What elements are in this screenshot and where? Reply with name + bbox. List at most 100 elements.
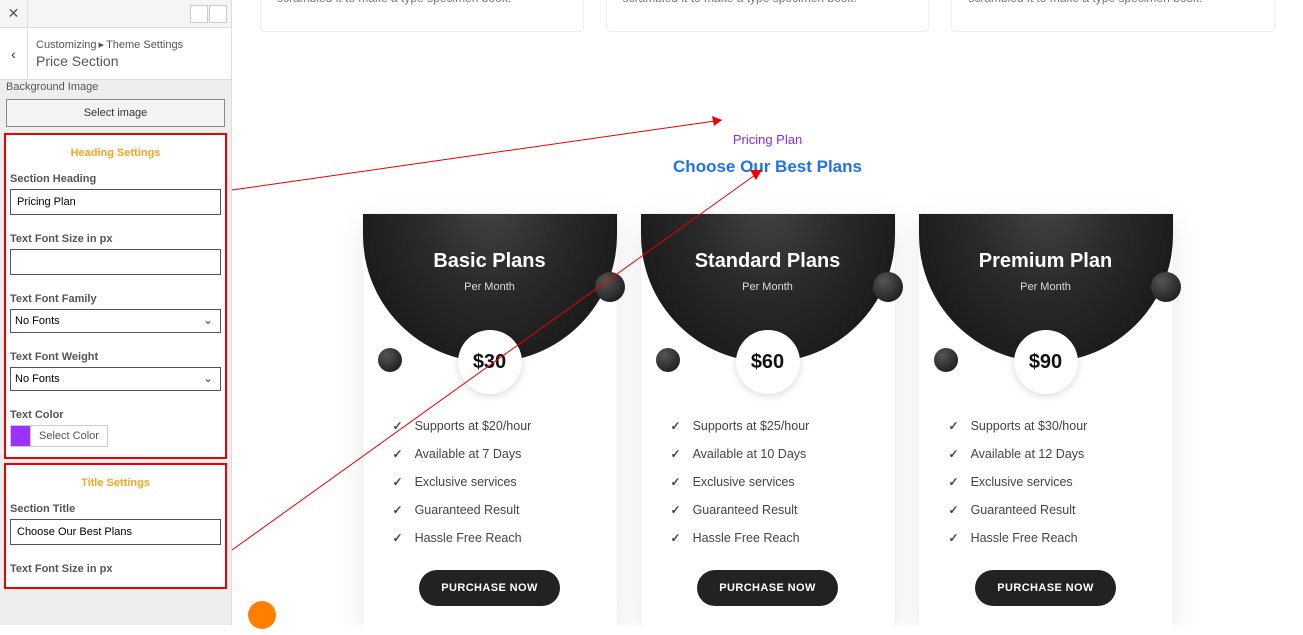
check-icon: ✓	[393, 531, 403, 545]
publish-split-2[interactable]	[209, 5, 227, 23]
feature-text: Hassle Free Reach	[693, 531, 800, 545]
price-circle: $90	[1014, 330, 1078, 394]
top-card: scrambled it to make a type specimen boo…	[260, 0, 584, 32]
sidebar-body: Background Image Select image Heading Se…	[0, 80, 231, 635]
publish-split-1[interactable]	[190, 5, 208, 23]
section-title-label: Section Title	[10, 503, 221, 515]
decor-ball	[595, 272, 625, 302]
font-weight-label: Text Font Weight	[10, 351, 221, 363]
close-icon[interactable]: ✕	[0, 0, 28, 28]
price-card-sub: Per Month	[641, 281, 895, 293]
sidebar-topbar: ✕	[0, 0, 231, 28]
pricing-section: Pricing Plan Choose Our Best Plans Basic…	[232, 32, 1303, 625]
purchase-button[interactable]: PURCHASE NOW	[419, 570, 559, 606]
feature-text: Available at 7 Days	[415, 447, 522, 461]
price-circle: $30	[458, 330, 522, 394]
feature-text: Supports at $20/hour	[415, 419, 532, 433]
section-heading-label: Section Heading	[10, 173, 221, 185]
crumb-b: Theme Settings	[106, 39, 183, 51]
top-card: scrambled it to make a type specimen boo…	[951, 0, 1275, 32]
color-picker[interactable]: Select Color	[10, 425, 108, 447]
group-title-settings: Title Settings Section Title Text Font S…	[4, 463, 227, 589]
feature-text: Hassle Free Reach	[971, 531, 1078, 545]
font-family-label: Text Font Family	[10, 293, 221, 305]
purchase-button[interactable]: PURCHASE NOW	[975, 570, 1115, 606]
price-feature-item: ✓Guaranteed Result	[393, 496, 587, 524]
top-cards-row: scrambled it to make a type specimen boo…	[232, 0, 1303, 32]
check-icon: ✓	[949, 419, 959, 433]
feature-text: Guaranteed Result	[415, 503, 520, 517]
price-card-title: Standard Plans	[641, 250, 895, 273]
price-feature-item: ✓Guaranteed Result	[671, 496, 865, 524]
section-heading-input[interactable]	[10, 189, 221, 215]
crumb-a: Customizing	[36, 39, 97, 51]
group-heading-title: Heading Settings	[10, 147, 221, 159]
pricing-tag: Pricing Plan	[292, 132, 1243, 147]
top-card-text: scrambled it to make a type specimen boo…	[277, 0, 567, 7]
feature-text: Available at 10 Days	[693, 447, 807, 461]
decor-ball	[656, 348, 680, 372]
price-feature-item: ✓ Exclusive services	[949, 468, 1143, 496]
color-picker-label: Select Color	[31, 430, 107, 442]
top-card: scrambled it to make a type specimen boo…	[606, 0, 930, 32]
check-icon: ✓	[949, 503, 959, 517]
check-icon: ✓	[949, 447, 959, 461]
sidebar-publish-controls	[190, 5, 231, 23]
check-icon: ✓	[393, 419, 403, 433]
font-size-label: Text Font Size in px	[10, 233, 221, 245]
feature-text: Supports at $25/hour	[693, 419, 810, 433]
price-feature-item: ✓ Supports at $25/hour	[671, 412, 865, 440]
feature-text: Available at 12 Days	[971, 447, 1085, 461]
price-feature-item: ✓ Guaranteed Result	[949, 496, 1143, 524]
price-feature-list: ✓Supports at $25/hour✓Available at 10 Da…	[641, 412, 895, 552]
color-swatch	[11, 426, 31, 446]
price-card-sub: Per Month	[363, 281, 617, 293]
price-feature-item: ✓ Supports at $20/hour	[393, 412, 587, 440]
feature-text: Exclusive services	[415, 475, 517, 489]
pricing-title: Choose Our Best Plans	[292, 157, 1243, 177]
font-family-select[interactable]: No Fonts	[10, 309, 221, 333]
font-size-input[interactable]	[10, 249, 221, 275]
price-card: Standard Plans Per Month $60 ✓ Supports at $…	[640, 213, 896, 625]
price-feature-item: ✓Available at 10 Days	[671, 440, 865, 468]
purchase-button[interactable]: PURCHASE NOW	[697, 570, 837, 606]
customizer-sidebar: ✕ ‹ Customizing▸Theme Settings Price Sec…	[0, 0, 232, 625]
check-icon: ✓	[671, 531, 681, 545]
crumb-title: Price Section	[36, 53, 219, 69]
feature-text: Hassle Free Reach	[415, 531, 522, 545]
price-feature-item: ✓ Hassle Free Reach	[671, 524, 865, 552]
price-card-sub: Per Month	[919, 281, 1173, 293]
title-font-size-label: Text Font Size in px	[10, 563, 221, 575]
price-card-head: Premium PlanPer Month$90	[919, 214, 1173, 362]
price-card-title: Premium Plan	[919, 250, 1173, 273]
check-icon: ✓	[949, 531, 959, 545]
decor-ball	[873, 272, 903, 302]
decor-ball	[378, 348, 402, 372]
price-feature-item: ✓ Available at 12 Days	[949, 440, 1143, 468]
check-icon: ✓	[949, 475, 959, 489]
section-title-input[interactable]	[10, 519, 221, 545]
bg-image-label: Background Image	[2, 80, 229, 97]
font-weight-select[interactable]: No Fonts	[10, 367, 221, 391]
check-icon: ✓	[671, 475, 681, 489]
back-icon[interactable]: ‹	[0, 28, 28, 79]
group-heading-settings: Heading Settings Section Heading Text Fo…	[4, 133, 227, 459]
feature-text: Guaranteed Result	[693, 503, 798, 517]
select-image-button[interactable]: Select image	[6, 99, 225, 127]
text-color-label: Text Color	[10, 409, 221, 421]
price-feature-item: ✓Available at 7 Days	[393, 440, 587, 468]
price-cards-row: Basic Plans Per Month $30 ✓ Supports at $20/…	[292, 213, 1243, 625]
price-card-head: Basic PlansPer Month$30	[363, 214, 617, 362]
price-card: Premium Plan Per Month $90 ✓ Supports at $30…	[918, 213, 1174, 625]
top-card-text: scrambled it to make a type specimen boo…	[623, 0, 913, 7]
price-card-title: Basic Plans	[363, 250, 617, 273]
feature-text: Exclusive services	[971, 475, 1073, 489]
preview-pane: scrambled it to make a type specimen boo…	[232, 0, 1303, 625]
price-circle: $60	[736, 330, 800, 394]
check-icon: ✓	[393, 475, 403, 489]
group-title-title: Title Settings	[10, 477, 221, 489]
check-icon: ✓	[671, 419, 681, 433]
feature-text: Supports at $30/hour	[971, 419, 1088, 433]
feature-text: Exclusive services	[693, 475, 795, 489]
feature-text: Guaranteed Result	[971, 503, 1076, 517]
